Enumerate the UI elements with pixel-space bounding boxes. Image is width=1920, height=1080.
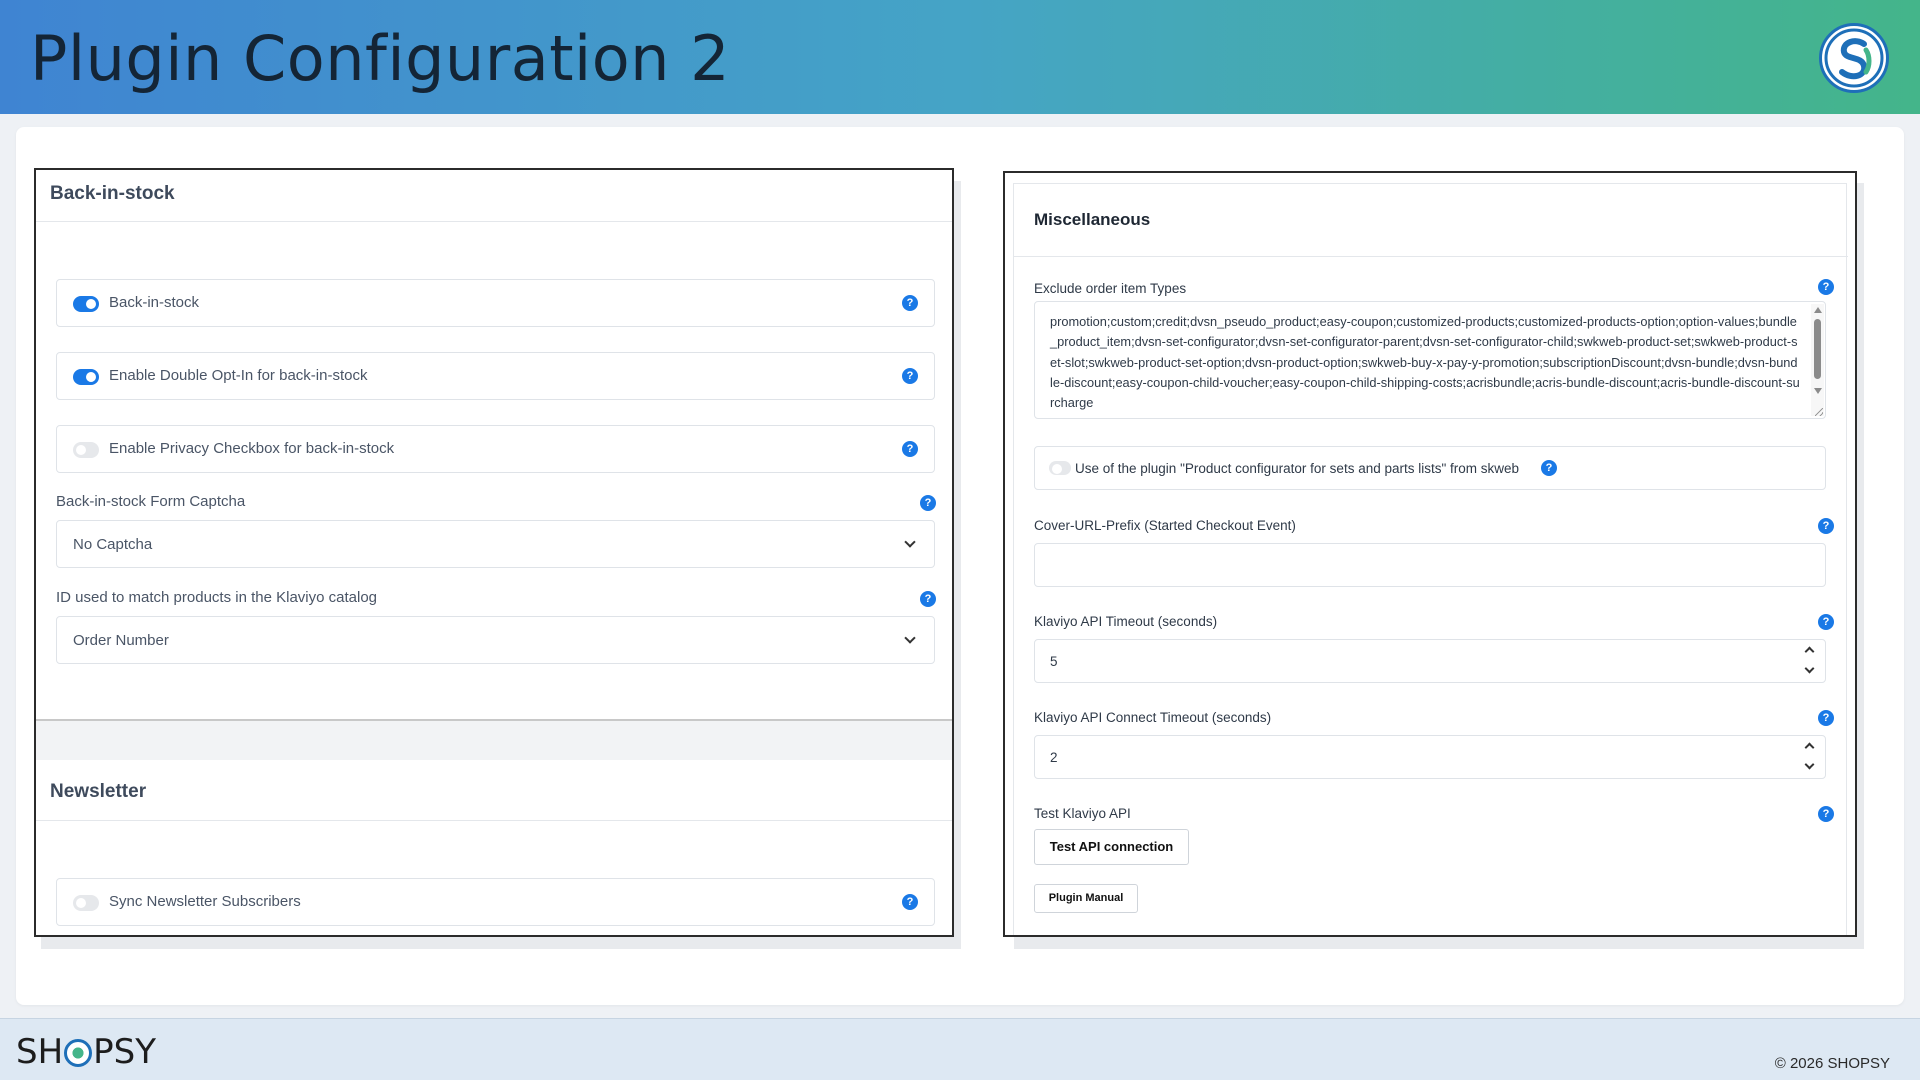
catalog-id-select[interactable]: Order Number <box>56 616 935 664</box>
test-api-label: Test Klaviyo API <box>1034 806 1131 821</box>
help-icon[interactable]: ? <box>902 368 918 384</box>
scroll-up-arrow-icon[interactable] <box>1814 307 1822 313</box>
toggle-label: Back-in-stock <box>109 294 200 311</box>
shopsy-logo-icon <box>1819 23 1889 93</box>
toggle-label: Enable Double Opt-In for back-in-stock <box>109 367 368 384</box>
help-icon[interactable]: ? <box>1818 806 1834 822</box>
increment-icon[interactable] <box>1804 646 1815 657</box>
connect-timeout-value: 2 <box>1050 750 1058 765</box>
toggle-label: Enable Privacy Checkbox for back-in-stoc… <box>109 440 395 457</box>
scroll-down-arrow-icon[interactable] <box>1814 388 1822 394</box>
connect-timeout-label: Klaviyo API Connect Timeout (seconds) <box>1034 710 1272 725</box>
help-icon[interactable]: ? <box>1818 518 1834 534</box>
decrement-icon[interactable] <box>1804 759 1815 770</box>
toggle-row-double-opt-in[interactable]: Enable Double Opt-In for back-in-stock ? <box>56 352 935 400</box>
section-title-newsletter: Newsletter <box>50 781 147 802</box>
chevron-down-icon <box>904 536 916 548</box>
help-icon[interactable]: ? <box>902 441 918 457</box>
scroll-thumb[interactable] <box>1814 319 1821 379</box>
connect-timeout-number-input[interactable]: 2 <box>1034 735 1826 779</box>
section-divider <box>36 221 952 222</box>
section-title-miscellaneous: Miscellaneous <box>1034 210 1151 229</box>
resize-handle-icon[interactable] <box>1815 408 1823 416</box>
toggle-label: Use of the plugin "Product configurator … <box>1075 461 1520 476</box>
toggle-switch[interactable] <box>73 369 99 385</box>
toggle-row-sync-newsletter[interactable]: Sync Newsletter Subscribers ? <box>56 878 935 926</box>
misc-card: Miscellaneous Exclude order item Types ?… <box>1013 183 1848 935</box>
toggle-row-privacy-checkbox[interactable]: Enable Privacy Checkbox for back-in-stoc… <box>56 425 935 473</box>
help-icon[interactable]: ? <box>1818 710 1834 726</box>
plugin-manual-button[interactable]: Plugin Manual <box>1034 884 1138 913</box>
shopsy-wordmark: SH PSY <box>16 1032 156 1072</box>
chevron-down-icon <box>904 632 916 644</box>
test-api-connection-button[interactable]: Test API connection <box>1034 829 1189 865</box>
timeout-label: Klaviyo API Timeout (seconds) <box>1034 614 1218 629</box>
captcha-select[interactable]: No Captcha <box>56 520 935 568</box>
catalog-id-label: ID used to match products in the Klaviyo… <box>56 589 378 606</box>
right-config-panel: Miscellaneous Exclude order item Types ?… <box>1003 171 1857 937</box>
cover-url-label: Cover-URL-Prefix (Started Checkout Event… <box>1034 518 1296 533</box>
section-separator <box>36 719 952 760</box>
toggle-row-skweb-plugin[interactable]: Use of the plugin "Product configurator … <box>1034 446 1826 490</box>
exclude-types-label: Exclude order item Types <box>1034 281 1187 296</box>
brand-suffix: PSY <box>93 1032 157 1072</box>
brand-prefix: SH <box>16 1032 64 1072</box>
timeout-number-input[interactable]: 5 <box>1034 639 1826 683</box>
toggle-label: Sync Newsletter Subscribers <box>109 893 301 910</box>
section-title-back-in-stock: Back-in-stock <box>50 183 175 204</box>
captcha-label: Back-in-stock Form Captcha <box>56 493 246 510</box>
help-icon[interactable]: ? <box>920 495 936 511</box>
help-icon[interactable]: ? <box>902 295 918 311</box>
increment-icon[interactable] <box>1804 742 1815 753</box>
help-icon[interactable]: ? <box>1818 279 1834 295</box>
help-icon[interactable]: ? <box>920 591 936 607</box>
textarea-scrollbar[interactable] <box>1811 304 1824 416</box>
cover-url-input[interactable] <box>1034 543 1826 587</box>
shopsy-logo-icon <box>64 1039 93 1067</box>
help-icon[interactable]: ? <box>902 894 918 910</box>
captcha-select-value: No Captcha <box>73 536 153 553</box>
toggle-row-back-in-stock[interactable]: Back-in-stock ? <box>56 279 935 327</box>
toggle-switch[interactable] <box>73 895 99 911</box>
exclude-types-textarea[interactable]: promotion;custom;credit;dvsn_pseudo_prod… <box>1034 301 1826 419</box>
help-icon[interactable]: ? <box>1818 614 1834 630</box>
page-title: Plugin Configuration 2 <box>30 22 731 95</box>
help-icon[interactable]: ? <box>1541 460 1557 476</box>
toggle-switch[interactable] <box>73 442 99 458</box>
decrement-icon[interactable] <box>1804 663 1815 674</box>
slide-header: Plugin Configuration 2 <box>0 0 1920 114</box>
catalog-id-select-value: Order Number <box>73 632 169 649</box>
section-divider <box>1014 256 1848 257</box>
timeout-value: 5 <box>1050 654 1058 669</box>
exclude-types-value: promotion;custom;credit;dvsn_pseudo_prod… <box>1050 314 1800 411</box>
section-divider <box>36 820 952 821</box>
toggle-switch[interactable] <box>73 296 99 312</box>
toggle-switch[interactable] <box>1049 461 1071 475</box>
copyright-text: © 2026 SHOPSY <box>1774 1055 1890 1072</box>
slide-footer: SH PSY © 2026 SHOPSY <box>0 1018 1920 1080</box>
left-config-panel: Back-in-stock Back-in-stock ? Enable Dou… <box>34 168 954 937</box>
